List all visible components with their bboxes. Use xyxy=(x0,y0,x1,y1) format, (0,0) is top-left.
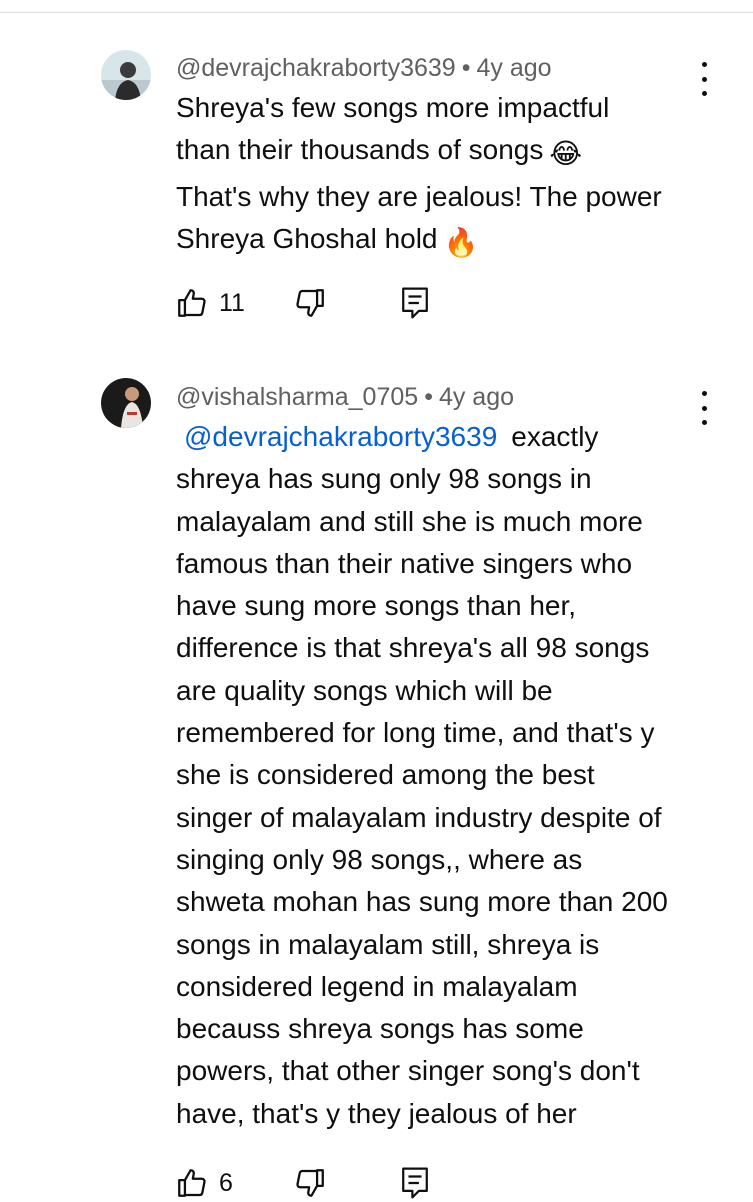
mention-link[interactable]: @devrajchakraborty3639 xyxy=(184,421,497,452)
author-name[interactable]: @devrajchakraborty3639 xyxy=(176,54,456,82)
reply-icon xyxy=(402,1167,428,1199)
comment-line: singer of malayalam industry despite of xyxy=(176,801,662,833)
dislike-icon xyxy=(296,289,324,317)
comment-line: songs in malayalam still, shreya is xyxy=(176,928,600,960)
comment-line: considered legend in malayalam xyxy=(176,970,578,1002)
avatar[interactable] xyxy=(101,378,151,428)
comment-line: becauss shreya songs has some xyxy=(176,1013,584,1045)
dislike-button[interactable] xyxy=(293,286,327,320)
comment-time: 4y ago xyxy=(476,54,552,82)
comment-line: than their thousands of songs 😂 xyxy=(176,129,706,175)
comment-line: singing only 98 songs,, where as xyxy=(176,843,583,875)
comment-meta: @vishalsharma_0705 • 4y ago xyxy=(176,383,514,412)
comment-line: famous than their native singers who xyxy=(176,547,633,579)
fire-emoji: 🔥 xyxy=(443,226,479,258)
reply-button[interactable] xyxy=(400,286,430,320)
top-divider xyxy=(0,0,753,13)
comment-line: Shreya's few songs more impactful xyxy=(176,92,610,123)
comment-line: malayalam and still she is much more xyxy=(176,505,643,537)
comment-actions: 6 xyxy=(175,1166,475,1202)
comment-line: Shreya Ghoshal hold 🔥 xyxy=(176,218,706,264)
meta-separator: • xyxy=(461,54,471,82)
comment-line: powers, that other singer song's don't xyxy=(176,1055,640,1087)
reply-icon xyxy=(402,287,428,319)
like-icon xyxy=(178,289,206,317)
comment-meta: @devrajchakraborty3639 • 4y ago xyxy=(176,54,552,83)
reply-button[interactable] xyxy=(400,1166,430,1200)
comment-line: remembered for long time, and that's y xyxy=(176,717,655,749)
comment-line: shweta mohan has sung more than 200 xyxy=(176,886,668,918)
dislike-icon xyxy=(296,1169,324,1197)
comment-line: have, that's y they jealous of her xyxy=(176,1097,577,1129)
comment-line: have sung more songs than her, xyxy=(176,590,577,622)
like-button[interactable]: 11 xyxy=(175,286,245,320)
comment-actions: 11 xyxy=(175,286,475,322)
comment-text: Shreya's few songs more impactful than t… xyxy=(176,87,706,264)
comment-line: are quality songs which will be xyxy=(176,674,553,706)
more-vert-icon xyxy=(701,391,707,396)
dislike-button[interactable] xyxy=(293,1166,327,1200)
laughing-emoji: 😂 xyxy=(549,138,583,170)
like-count: 11 xyxy=(219,288,245,317)
comment-text: @devrajchakraborty3639 exactly shreya has… xyxy=(176,416,706,1135)
comment-time: 4y ago xyxy=(438,383,515,411)
like-count: 6 xyxy=(219,1168,233,1197)
author-name[interactable]: @vishalsharma_0705 xyxy=(176,383,418,411)
more-vert-icon xyxy=(701,62,707,67)
comment-line: @devrajchakraborty3639 exactly xyxy=(184,421,599,452)
like-icon xyxy=(178,1169,206,1197)
comment-line: she is considered among the best xyxy=(176,759,595,791)
avatar[interactable] xyxy=(101,50,151,100)
comment-line: That's why they are jealous! The power xyxy=(176,180,662,212)
like-button[interactable]: 6 xyxy=(175,1166,233,1200)
comment-line: difference is that shreya's all 98 songs xyxy=(176,632,650,664)
meta-separator: • xyxy=(424,383,433,411)
comment-line: shreya has sung only 98 songs in xyxy=(176,463,592,495)
